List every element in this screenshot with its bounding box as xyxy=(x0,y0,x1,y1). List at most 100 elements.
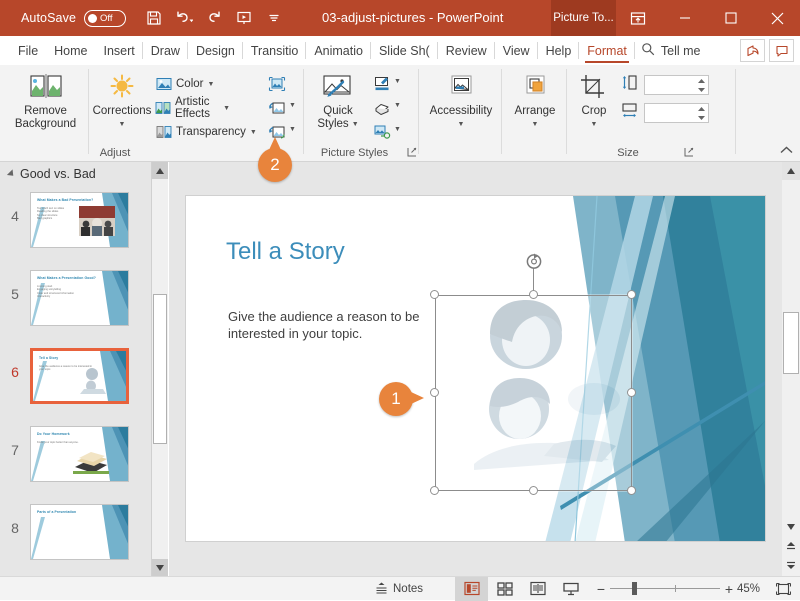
picture-layout-button[interactable] xyxy=(369,120,394,144)
handle-bottom-left[interactable] xyxy=(430,486,439,495)
shape-width-stepper[interactable] xyxy=(695,104,708,122)
arrange-button[interactable]: Arrange ▼ xyxy=(505,73,565,131)
zoom-level-label[interactable]: 45% xyxy=(737,583,760,595)
slide-show-button[interactable] xyxy=(554,577,587,601)
handle-top-right[interactable] xyxy=(627,290,636,299)
slide-scroll-thumb[interactable] xyxy=(783,312,799,374)
slide-sorter-button[interactable] xyxy=(488,577,521,601)
handle-bottom-center[interactable] xyxy=(529,486,538,495)
accessibility-button[interactable]: Accessibility ▼ xyxy=(424,73,498,131)
crop-button[interactable]: Crop ▼ xyxy=(572,73,616,131)
chevron-down-icon[interactable]: ▼ xyxy=(207,81,214,88)
change-picture-button[interactable] xyxy=(264,96,289,120)
customize-qat-icon[interactable] xyxy=(260,5,287,31)
rotate-handle[interactable] xyxy=(525,252,543,270)
artistic-effects-button[interactable]: Artistic Effects ▼ xyxy=(155,96,230,120)
chevron-down-icon[interactable]: ▼ xyxy=(289,126,296,133)
size-dialog-launcher[interactable] xyxy=(683,146,695,158)
zoom-slider-thumb[interactable] xyxy=(632,582,637,595)
chevron-down-icon[interactable]: ▼ xyxy=(352,118,359,131)
thumbnail-slide-8[interactable]: 8 Parts of a Presentation xyxy=(0,504,152,560)
autosave-toggle[interactable]: Off xyxy=(84,9,127,27)
slide-area-scrollbar[interactable] xyxy=(782,162,800,576)
tab-file[interactable]: File xyxy=(10,36,46,65)
minimize-button[interactable] xyxy=(662,0,708,36)
section-header[interactable]: Good vs. Bad xyxy=(0,162,151,186)
previous-slide-button[interactable] xyxy=(782,537,800,555)
scroll-down-icon[interactable] xyxy=(152,559,168,576)
thumbnail-preview[interactable]: Do Your Homework Know your topic better … xyxy=(30,426,129,482)
picture-styles-dialog-launcher[interactable] xyxy=(406,146,418,158)
thumbnail-slide-6[interactable]: 6 Tell a Story Give the audience a reaso… xyxy=(0,348,152,404)
chevron-down-icon[interactable]: ▼ xyxy=(119,118,126,131)
thumbnail-scroll-thumb[interactable] xyxy=(153,294,167,444)
handle-top-center[interactable] xyxy=(529,290,538,299)
thumbnail-preview[interactable]: What Makes a Presentation Good? A strong… xyxy=(30,270,129,326)
remove-background-button[interactable]: Remove Background xyxy=(8,73,83,131)
thumbnail-slide-4[interactable]: 4 What Makes a Bad Presentation? Too muc… xyxy=(0,192,152,248)
shape-height-input[interactable] xyxy=(644,75,709,95)
scroll-down-icon[interactable] xyxy=(782,518,800,536)
shape-width-input[interactable] xyxy=(644,103,709,123)
tab-insert[interactable]: Insert xyxy=(96,36,143,65)
tab-home[interactable]: Home xyxy=(46,36,95,65)
color-button[interactable]: Color ▼ xyxy=(155,72,214,96)
next-slide-button[interactable] xyxy=(782,556,800,574)
reading-view-button[interactable] xyxy=(521,577,554,601)
shape-height-stepper[interactable] xyxy=(695,76,708,94)
fit-to-window-button[interactable] xyxy=(772,577,794,601)
slide-body-text[interactable]: Give the audience a reason to be interes… xyxy=(228,308,458,342)
tab-slide-show[interactable]: Slide Sh( xyxy=(371,36,438,65)
zoom-slider[interactable] xyxy=(610,577,720,601)
picture-effects-button[interactable] xyxy=(369,96,394,120)
chevron-down-icon[interactable]: ▼ xyxy=(394,102,401,109)
tab-draw[interactable]: Draw xyxy=(143,36,188,65)
undo-icon[interactable] xyxy=(170,5,197,31)
tab-animations[interactable]: Animatio xyxy=(306,36,371,65)
collapse-section-icon[interactable] xyxy=(6,169,17,179)
tab-transitions[interactable]: Transitio xyxy=(243,36,307,65)
share-icon[interactable] xyxy=(740,39,765,62)
zoom-out-button[interactable]: − xyxy=(592,577,610,601)
chevron-down-icon[interactable]: ▼ xyxy=(250,129,257,136)
tab-review[interactable]: Review xyxy=(438,36,495,65)
scroll-up-icon[interactable] xyxy=(152,162,168,179)
corrections-button[interactable]: Corrections ▼ xyxy=(92,73,152,131)
quick-styles-button[interactable]: Quick Styles ▼ xyxy=(309,73,367,131)
slide-title[interactable]: Tell a Story xyxy=(226,238,345,266)
picture-border-button[interactable] xyxy=(369,72,394,96)
chevron-down-icon[interactable]: ▼ xyxy=(458,118,465,131)
handle-top-left[interactable] xyxy=(430,290,439,299)
chevron-down-icon[interactable]: ▼ xyxy=(532,118,539,131)
redo-icon[interactable] xyxy=(200,5,227,31)
collapse-ribbon-button[interactable] xyxy=(778,143,794,157)
close-button[interactable] xyxy=(754,0,800,36)
tab-help[interactable]: Help xyxy=(538,36,580,65)
tab-format[interactable]: Format xyxy=(579,36,635,65)
chevron-down-icon[interactable]: ▼ xyxy=(394,126,401,133)
scroll-up-icon[interactable] xyxy=(782,162,800,180)
zoom-in-button[interactable]: + xyxy=(720,577,738,601)
tell-me-box[interactable]: Tell me xyxy=(641,42,700,59)
thumbnail-scrollbar[interactable] xyxy=(152,162,168,576)
save-icon[interactable] xyxy=(140,5,167,31)
thumbnail-preview[interactable]: What Makes a Bad Presentation? Too much … xyxy=(30,192,129,248)
transparency-button[interactable]: Transparency ▼ xyxy=(155,120,257,144)
chevron-down-icon[interactable]: ▼ xyxy=(223,105,230,112)
handle-middle-right[interactable] xyxy=(627,388,636,397)
thumbnail-slide-5[interactable]: 5 What Makes a Presentation Good? A stro… xyxy=(0,270,152,326)
thumbnail-preview[interactable]: Tell a Story Give the audience a reason … xyxy=(30,348,129,404)
compress-pictures-button[interactable] xyxy=(264,72,289,96)
normal-view-button[interactable] xyxy=(455,576,488,601)
thumbnail-slide-7[interactable]: 7 Do Your Homework Know your topic bette… xyxy=(0,426,152,482)
current-slide[interactable]: Tell a Story Give the audience a reason … xyxy=(185,195,766,542)
notes-button[interactable]: Notes xyxy=(375,577,423,601)
picture-tools-context-tab[interactable]: Picture To... xyxy=(551,0,616,36)
ribbon-display-options-icon[interactable] xyxy=(625,6,651,30)
handle-bottom-right[interactable] xyxy=(627,486,636,495)
chevron-down-icon[interactable]: ▼ xyxy=(591,118,598,131)
thumbnail-preview[interactable]: Parts of a Presentation xyxy=(30,504,129,560)
tab-view[interactable]: View xyxy=(495,36,538,65)
chevron-down-icon[interactable]: ▼ xyxy=(289,102,296,109)
chevron-down-icon[interactable]: ▼ xyxy=(394,78,401,85)
